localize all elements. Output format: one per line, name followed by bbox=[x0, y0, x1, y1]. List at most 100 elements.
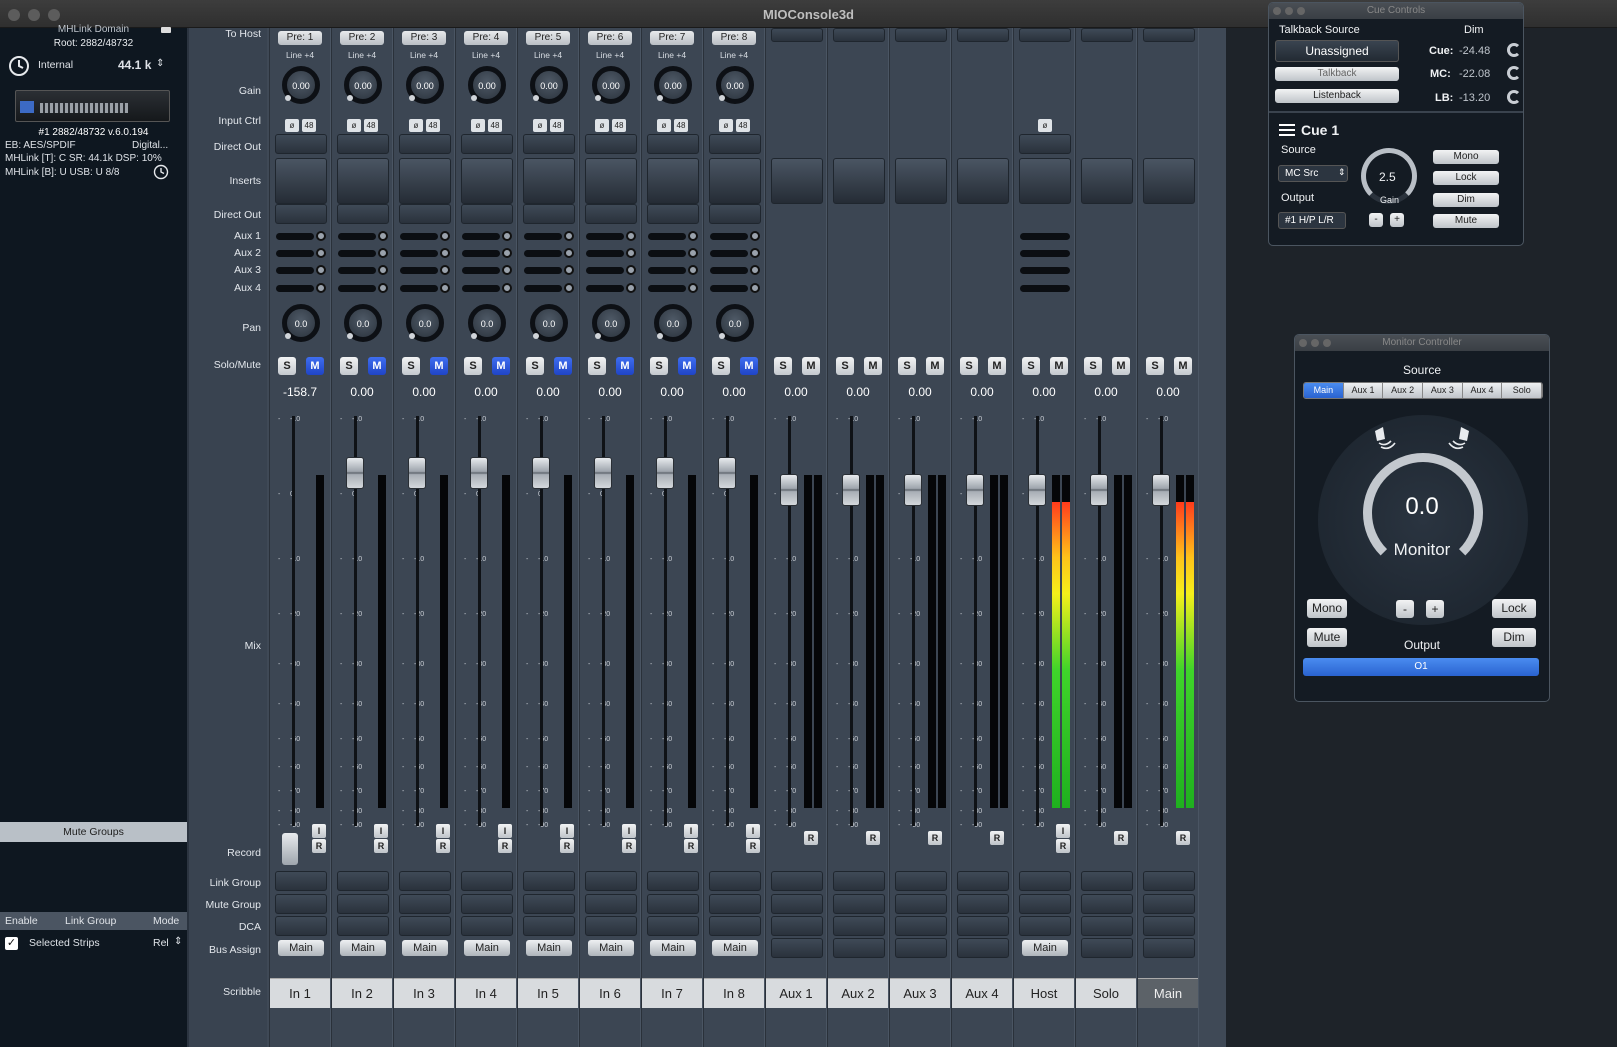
mute-group-slot[interactable] bbox=[275, 894, 327, 914]
scribble-strip[interactable]: In 3 bbox=[394, 978, 454, 1008]
aux4-send-fader[interactable] bbox=[648, 285, 686, 292]
gain-knob[interactable]: 0.00 bbox=[654, 66, 692, 104]
aux2-send-fader[interactable] bbox=[710, 250, 748, 257]
dca-slot[interactable] bbox=[771, 916, 823, 936]
aux4-pan-knob[interactable] bbox=[378, 283, 388, 293]
channel-fader[interactable] bbox=[532, 457, 550, 490]
solo-button[interactable]: S bbox=[650, 357, 668, 375]
zoom-panel-button[interactable] bbox=[1323, 339, 1331, 347]
mute-group-slot[interactable] bbox=[709, 894, 761, 914]
solo-button[interactable]: S bbox=[464, 357, 482, 375]
record-button[interactable]: R bbox=[928, 831, 942, 845]
record-button[interactable]: R bbox=[560, 839, 574, 853]
solo-button[interactable]: S bbox=[402, 357, 420, 375]
gain-knob[interactable]: 0.00 bbox=[282, 66, 320, 104]
phase-button[interactable]: ø bbox=[657, 119, 671, 132]
monitor-output-select[interactable]: O1 bbox=[1303, 658, 1539, 676]
link-group-slot[interactable] bbox=[833, 871, 885, 891]
link-group-slot[interactable] bbox=[461, 871, 513, 891]
input-monitor-button[interactable]: I bbox=[746, 824, 760, 838]
aux4-send-fader[interactable] bbox=[338, 285, 376, 292]
aux3-pan-knob[interactable] bbox=[688, 265, 698, 275]
enable-column[interactable]: Enable bbox=[5, 915, 38, 927]
link-group-slot[interactable] bbox=[709, 871, 761, 891]
aux3-pan-knob[interactable] bbox=[502, 265, 512, 275]
aux3-send-fader[interactable] bbox=[586, 267, 624, 274]
aux2-pan-knob[interactable] bbox=[316, 248, 326, 258]
dca-slot[interactable] bbox=[957, 916, 1009, 936]
phantom-48v-button[interactable]: 48 bbox=[364, 119, 378, 132]
insert-slot[interactable] bbox=[833, 158, 885, 204]
mute-group-slot[interactable] bbox=[1019, 894, 1071, 914]
talkback-button[interactable]: Talkback bbox=[1275, 67, 1399, 81]
phantom-48v-button[interactable]: 48 bbox=[302, 119, 316, 132]
link-group-slot[interactable] bbox=[399, 871, 451, 891]
phase-button[interactable]: ø bbox=[1038, 119, 1052, 132]
bus-assign-slot[interactable] bbox=[957, 938, 1009, 958]
mute-group-slot[interactable] bbox=[523, 894, 575, 914]
pan-knob[interactable]: 0.0 bbox=[406, 304, 444, 342]
preamp-button[interactable]: Pre: 3 bbox=[402, 31, 446, 45]
dca-slot[interactable] bbox=[895, 916, 947, 936]
direct-out-slot-2[interactable] bbox=[337, 204, 389, 224]
aux2-pan-knob[interactable] bbox=[750, 248, 760, 258]
pan-knob[interactable]: 0.0 bbox=[282, 304, 320, 342]
solo-button[interactable]: S bbox=[898, 357, 916, 375]
gain-knob[interactable]: 0.00 bbox=[716, 66, 754, 104]
aux2-send-fader[interactable] bbox=[400, 250, 438, 257]
record-button[interactable]: R bbox=[622, 839, 636, 853]
aux3-send-fader[interactable] bbox=[400, 267, 438, 274]
mute-button[interactable]: M bbox=[368, 357, 386, 375]
mute-group-slot[interactable] bbox=[833, 894, 885, 914]
pan-knob[interactable]: 0.0 bbox=[344, 304, 382, 342]
record-button[interactable]: R bbox=[436, 839, 450, 853]
aux1-pan-knob[interactable] bbox=[750, 231, 760, 241]
channel-fader[interactable] bbox=[470, 457, 488, 490]
monitor-lock-button[interactable]: Lock bbox=[1492, 599, 1536, 618]
aux3-send-fader[interactable] bbox=[462, 267, 500, 274]
clock-source[interactable]: Internal bbox=[38, 59, 73, 71]
aux4-pan-knob[interactable] bbox=[688, 283, 698, 293]
mute-group-slot[interactable] bbox=[1081, 894, 1133, 914]
device-image[interactable] bbox=[15, 90, 170, 122]
channel-fader[interactable] bbox=[594, 457, 612, 490]
tab-aux-4[interactable]: Aux 4 bbox=[1462, 383, 1503, 398]
direct-out-slot[interactable] bbox=[647, 134, 699, 154]
speaker-left-icon[interactable] bbox=[1371, 423, 1399, 451]
phantom-48v-button[interactable]: 48 bbox=[550, 119, 564, 132]
monitor-mono-button[interactable]: Mono bbox=[1307, 599, 1347, 618]
aux2-send-fader[interactable] bbox=[586, 250, 624, 257]
record-button[interactable]: R bbox=[990, 831, 1004, 845]
aux3-send-fader[interactable] bbox=[648, 267, 686, 274]
preamp-button[interactable]: Pre: 4 bbox=[464, 31, 508, 45]
bus-assign-button[interactable]: Main bbox=[712, 940, 758, 956]
direct-out-slot[interactable] bbox=[461, 134, 513, 154]
listenback-button[interactable]: Listenback bbox=[1275, 89, 1399, 103]
record-button[interactable]: R bbox=[312, 839, 326, 853]
direct-out-slot-2[interactable] bbox=[399, 204, 451, 224]
mute-button[interactable]: M bbox=[492, 357, 510, 375]
aux4-pan-knob[interactable] bbox=[440, 283, 450, 293]
aux2-pan-knob[interactable] bbox=[502, 248, 512, 258]
mute-button[interactable]: M bbox=[1050, 357, 1068, 375]
aux1-send-fader[interactable] bbox=[462, 233, 500, 240]
dca-slot[interactable] bbox=[709, 916, 761, 936]
insert-slot[interactable] bbox=[461, 158, 513, 204]
bus-assign-button[interactable]: Main bbox=[464, 940, 510, 956]
scribble-strip[interactable]: Aux 2 bbox=[828, 978, 888, 1008]
aux1-send-fader[interactable] bbox=[648, 233, 686, 240]
phase-button[interactable]: ø bbox=[409, 119, 423, 132]
link-group-slot[interactable] bbox=[895, 871, 947, 891]
aux3-pan-knob[interactable] bbox=[316, 265, 326, 275]
direct-out-slot[interactable] bbox=[275, 134, 327, 154]
channel-fader[interactable] bbox=[1090, 474, 1108, 506]
bus-assign-button[interactable]: Main bbox=[526, 940, 572, 956]
preamp-button[interactable]: Pre: 2 bbox=[340, 31, 384, 45]
selected-strips-checkbox[interactable]: ✓ bbox=[5, 937, 18, 950]
phantom-48v-button[interactable]: 48 bbox=[674, 119, 688, 132]
gain-knob[interactable]: 0.00 bbox=[406, 66, 444, 104]
bus-assign-slot[interactable] bbox=[833, 938, 885, 958]
aux4-send-fader[interactable] bbox=[400, 285, 438, 292]
aux2-send-fader[interactable] bbox=[276, 250, 314, 257]
solo-button[interactable]: S bbox=[712, 357, 730, 375]
